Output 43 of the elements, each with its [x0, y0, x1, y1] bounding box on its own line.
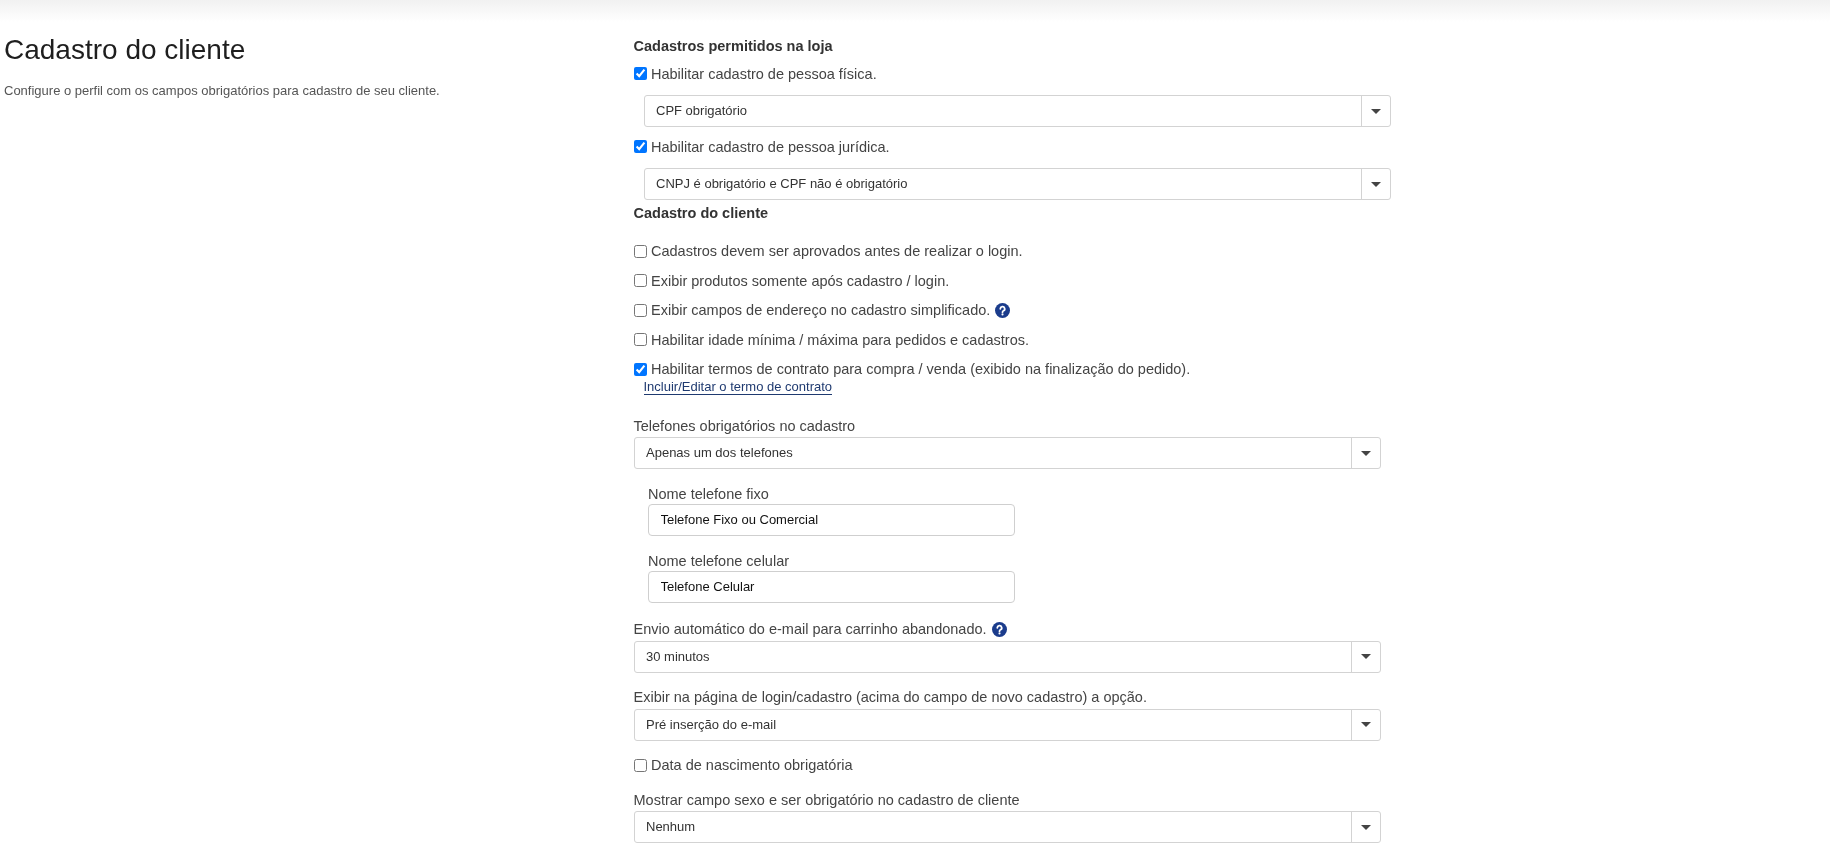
field-label: Mostrar campo sexo e ser obrigatório no cadastro de cliente: [633, 790, 1020, 810]
help-icon[interactable]: [995, 302, 1011, 318]
checkbox[interactable]: [633, 333, 647, 346]
checkbox-label[interactable]: Exibir campos de endereço no cadastro simplificado.: [651, 300, 991, 320]
section-heading: Cadastros permitidos na loja: [633, 37, 834, 56]
field-label: Exibir na página de login/cadastro (acima do campo de novo cadastro) a opção.: [633, 688, 1147, 707]
page-description: Configure o perfil com os campos obrigatórios para cadastro de seu cliente.: [4, 82, 441, 100]
checkbox[interactable]: [633, 140, 647, 153]
page-title: Cadastro do cliente: [4, 33, 247, 67]
checkbox-label[interactable]: Habilitar cadastro de pessoa física.: [651, 63, 877, 84]
caret-icon: [1360, 722, 1371, 727]
checkbox-label[interactable]: Habilitar idade mínima / máxima para pedidos e cadastros.: [651, 329, 1029, 350]
dropdown[interactable]: Pré inserção do e-mail: [633, 708, 1381, 741]
checkbox-label[interactable]: Habilitar termos de contrato para compra / venda (exibido na finalização do pedido).: [651, 359, 1191, 379]
dropdown[interactable]: 30 minutos: [633, 640, 1381, 673]
dropdown[interactable]: CNPJ é obrigatório e CPF não é obrigatório: [643, 168, 1391, 200]
caret-icon: [1370, 108, 1381, 114]
caret-icon: [1360, 824, 1371, 830]
field-label: Envio automático do e-mail para carrinho abandonado.: [633, 620, 987, 639]
checkbox[interactable]: [633, 303, 647, 317]
text-field[interactable]: Telefone Fixo ou Comercial: [648, 503, 1015, 536]
dropdown[interactable]: CPF obrigatório: [643, 95, 1391, 127]
checkbox[interactable]: [633, 362, 647, 376]
field-label: Nome telefone fixo: [648, 484, 769, 504]
dropdown[interactable]: Apenas um dos telefones: [633, 437, 1381, 469]
dropdown[interactable]: Nenhum: [633, 811, 1381, 843]
checkbox-label[interactable]: Exibir produtos somente após cadastro / login.: [651, 270, 950, 291]
text-field[interactable]: Telefone Celular: [648, 570, 1015, 603]
help-icon[interactable]: [991, 621, 1007, 637]
checkbox[interactable]: [633, 244, 647, 258]
edit-terms-link[interactable]: Incluir/Editar o termo de contrato: [643, 379, 833, 395]
checkbox[interactable]: [633, 274, 647, 287]
field-label: Telefones obrigatórios no cadastro: [633, 416, 856, 436]
caret-icon: [1370, 181, 1381, 187]
checkbox[interactable]: [633, 67, 647, 80]
caret-icon: [1360, 450, 1371, 456]
checkbox-label[interactable]: Cadastros devem ser aprovados antes de realizar o login.: [651, 241, 1023, 261]
checkbox-label[interactable]: Habilitar cadastro de pessoa jurídica.: [651, 136, 890, 157]
field-label: Nome telefone celular: [648, 551, 790, 571]
caret-icon: [1360, 654, 1371, 659]
checkbox[interactable]: [633, 758, 647, 772]
checkbox-label[interactable]: Data de nascimento obrigatória: [651, 755, 853, 775]
section-heading: Cadastro do cliente: [633, 204, 770, 223]
